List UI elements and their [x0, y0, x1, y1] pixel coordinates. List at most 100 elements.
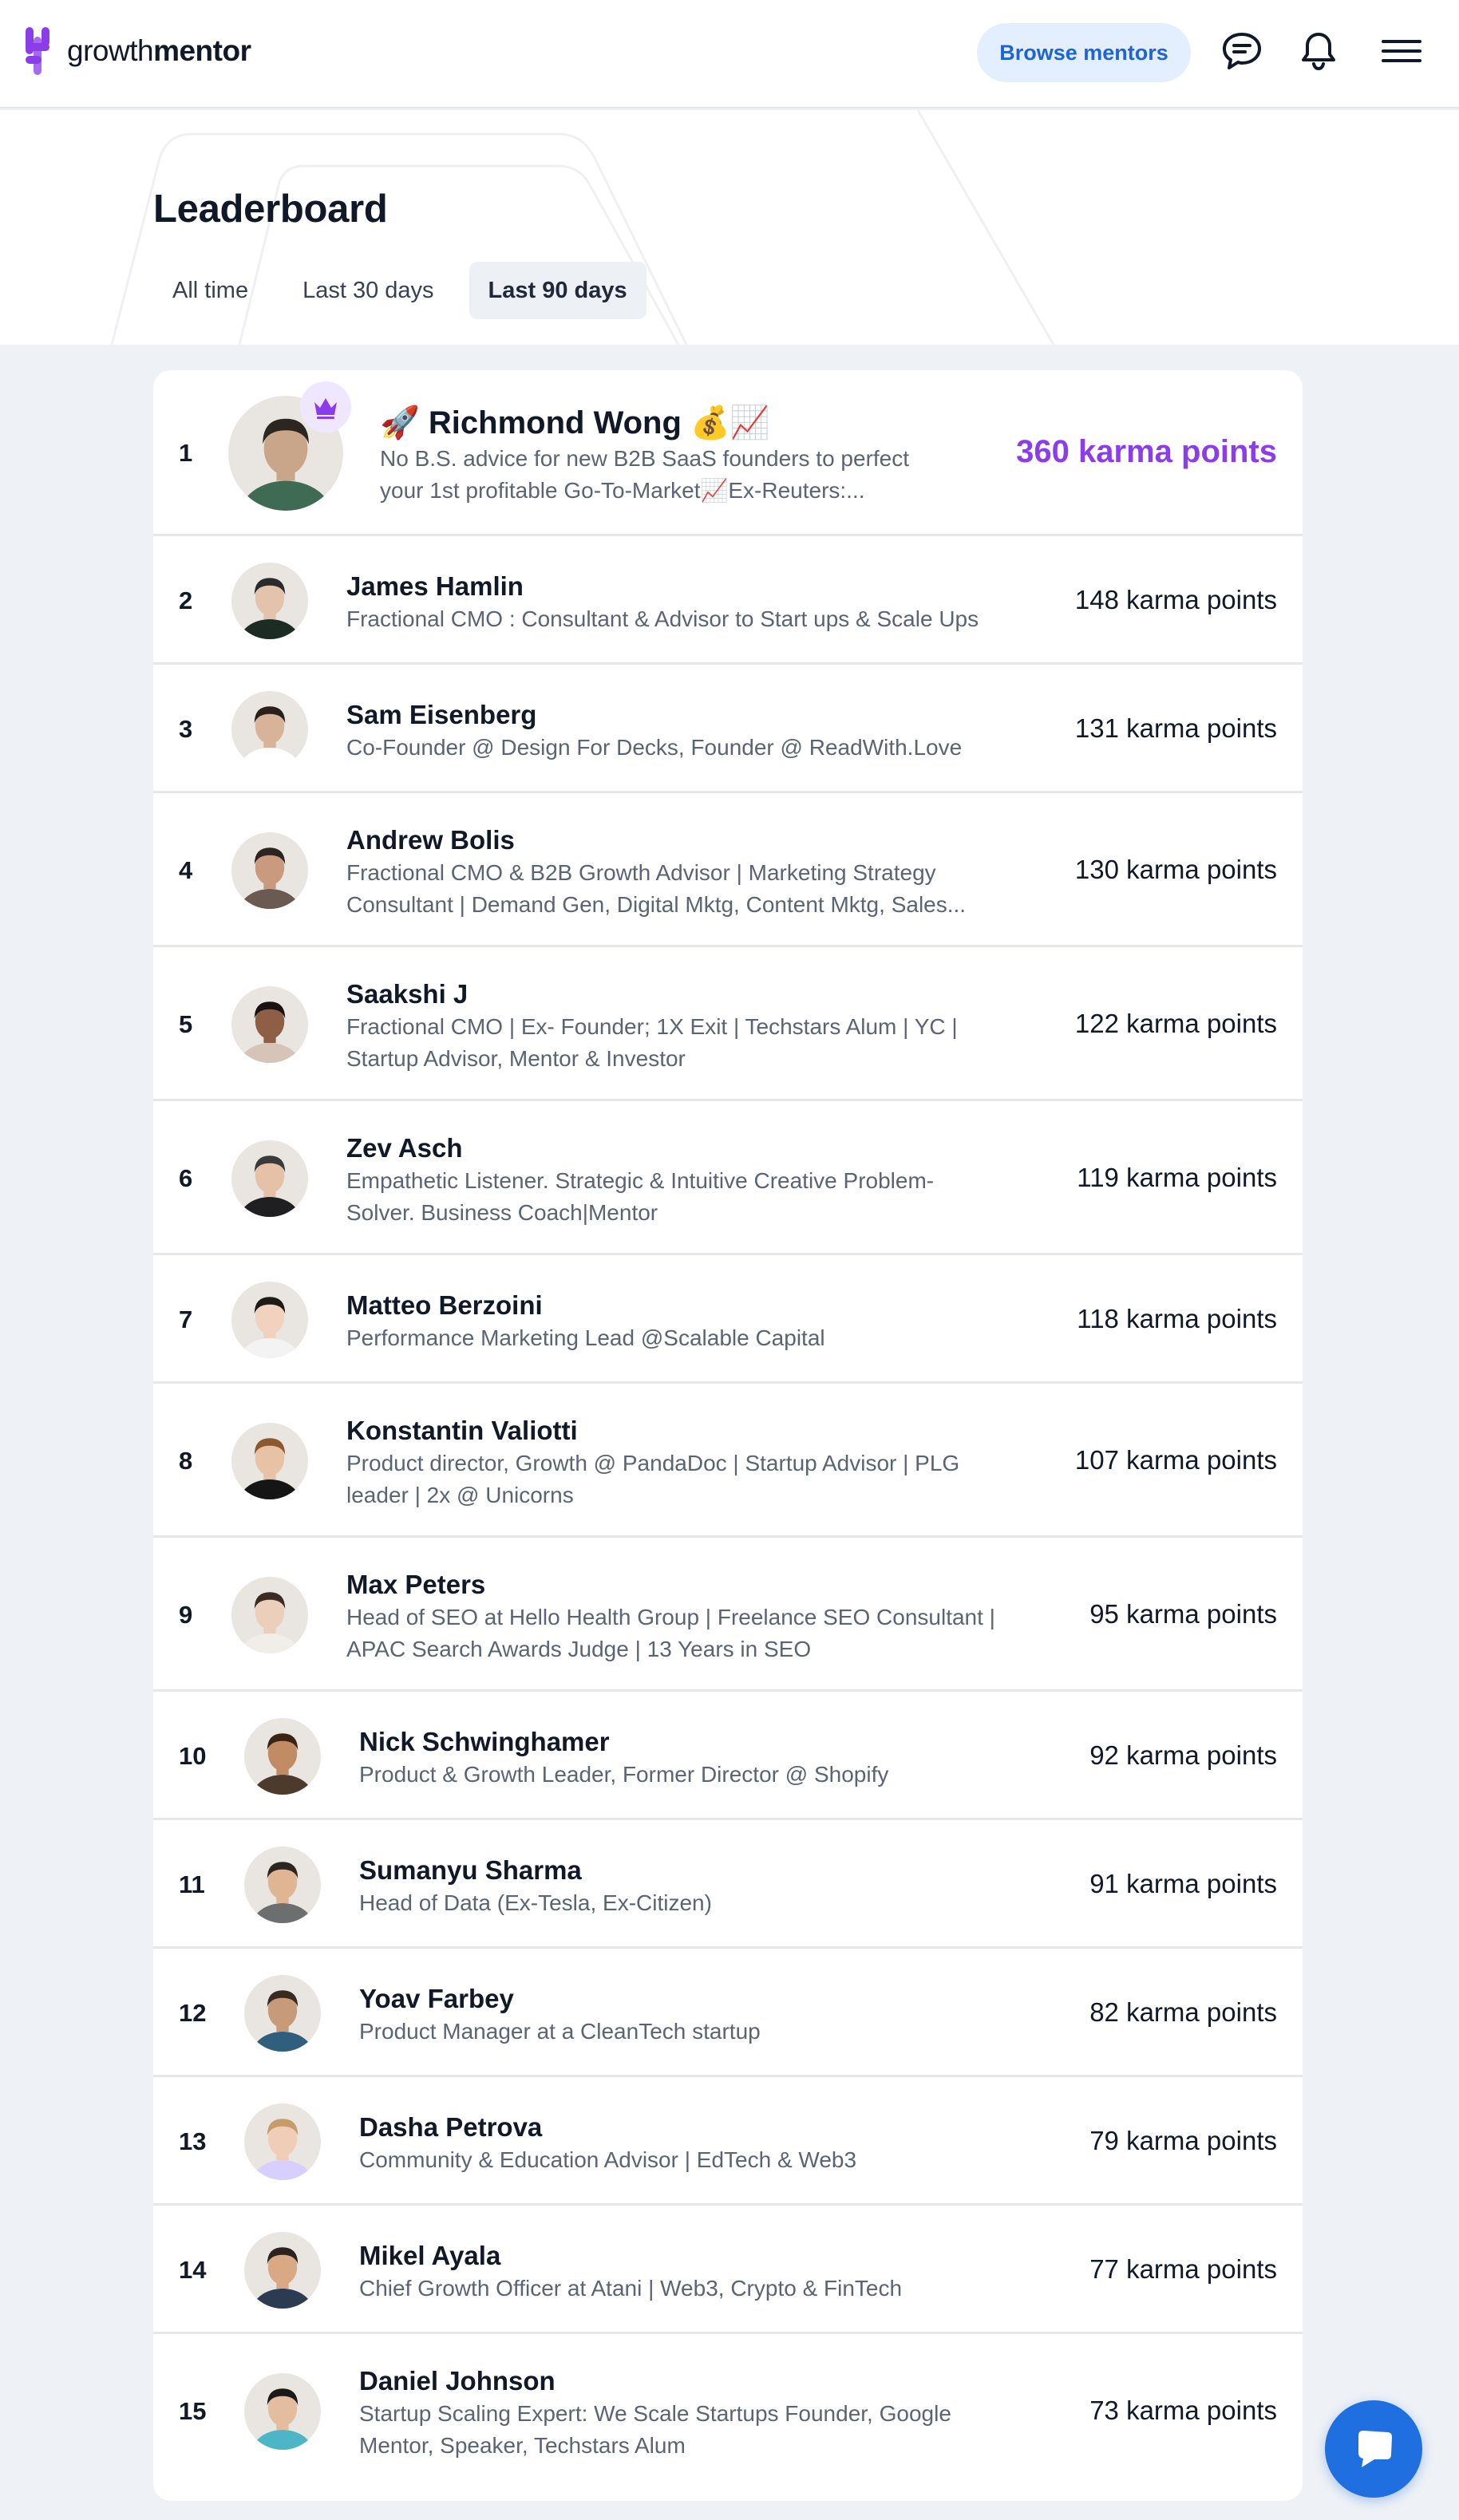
mentor-info: James Hamlin Fractional CMO : Consultant …: [346, 570, 979, 635]
mentor-bio-line: APAC Search Awards Judge | 13 Years in S…: [346, 1636, 812, 1661]
karma-points: 131 karma points: [1074, 713, 1277, 743]
mentor-bio-line: No B.S. advice for new B2B SaaS founders…: [380, 446, 910, 471]
leaderboard-row[interactable]: 6 Zev Asch Empathetic Listener. Strategic …: [153, 1101, 1303, 1255]
leaderboard-row[interactable]: 3 Sam Eisenberg Co-Founder @ Design For De…: [153, 665, 1303, 793]
karma-points: 95 karma points: [1089, 1598, 1277, 1629]
mentor-bio-line: Head of Data (Ex-Tesla, Ex-Citizen): [359, 1890, 712, 1915]
mentor-info: 🚀 Richmond Wong 💰📈 No B.S. advice for new…: [380, 403, 909, 507]
mentor-info: Saakshi J Fractional CMO | Ex- Founder; 1…: [346, 978, 958, 1075]
rank-number: 12: [179, 1998, 207, 2027]
logo-wordmark: growthmentor: [67, 34, 251, 67]
crown-icon: [300, 381, 351, 433]
avatar[interactable]: [231, 690, 308, 768]
avatar[interactable]: [231, 831, 308, 909]
mentor-bio-line: Empathetic Listener. Strategic & Intuiti…: [346, 1167, 935, 1193]
mentor-name[interactable]: Max Peters: [346, 1568, 995, 1602]
mentor-name[interactable]: Dasha Petrova: [359, 2111, 856, 2144]
logo-mark-icon: [26, 27, 49, 75]
avatar[interactable]: [244, 1974, 321, 2052]
avatar[interactable]: [231, 1422, 308, 1499]
notifications-icon[interactable]: [1295, 27, 1342, 75]
mentor-name[interactable]: Andrew Bolis: [346, 824, 966, 857]
menu-icon[interactable]: [1378, 27, 1425, 75]
rank-number: 9: [179, 1600, 193, 1629]
leaderboard-hero: Leaderboard All time Last 30 days Last 9…: [0, 110, 1459, 345]
mentor-bio-line: Co-Founder @ Design For Decks, Founder @…: [346, 734, 963, 760]
mentor-bio-line: Performance Marketing Lead @Scalable Cap…: [346, 1325, 825, 1350]
avatar[interactable]: [244, 2231, 321, 2309]
leaderboard-row[interactable]: 1 🚀 Richmond Wong 💰📈 No B.S. advice for ne…: [153, 370, 1303, 536]
avatar[interactable]: [244, 2103, 321, 2180]
rank-number: 2: [179, 586, 193, 614]
growthmentor-logo[interactable]: growthmentor: [24, 27, 251, 75]
mentor-name[interactable]: Matteo Berzoini: [346, 1289, 825, 1322]
top-navigation: growthmentor Browse mentors: [0, 0, 1459, 109]
leaderboard-row[interactable]: 12 Yoav Farbey Product Manager at a CleanT…: [153, 1949, 1303, 2077]
avatar[interactable]: [231, 562, 308, 639]
mentor-name[interactable]: James Hamlin: [346, 570, 979, 603]
mentor-name[interactable]: Yoav Farbey: [359, 1982, 761, 2016]
leaderboard-row[interactable]: 7 Matteo Berzoini Performance Marketing Le…: [153, 1255, 1303, 1384]
rank-number: 5: [179, 1009, 193, 1038]
avatar[interactable]: [244, 1846, 321, 1923]
tab-last-90-days[interactable]: Last 90 days: [469, 262, 646, 319]
mentor-bio-line: Product director, Growth @ PandaDoc | St…: [346, 1450, 960, 1475]
avatar[interactable]: [231, 985, 308, 1063]
mentor-name[interactable]: Zev Asch: [346, 1132, 934, 1165]
messages-icon[interactable]: [1218, 27, 1266, 75]
karma-points: 118 karma points: [1077, 1303, 1277, 1333]
karma-points: 79 karma points: [1089, 2125, 1277, 2155]
tab-last-30-days[interactable]: Last 30 days: [283, 262, 453, 319]
mentor-info: Sam Eisenberg Co-Founder @ Design For Dec…: [346, 698, 962, 764]
mentor-name[interactable]: Daniel Johnson: [359, 2364, 951, 2398]
rank-number: 3: [179, 714, 193, 743]
karma-points: 82 karma points: [1089, 1997, 1277, 2027]
mentor-info: Sumanyu Sharma Head of Data (Ex-Tesla, Ex…: [359, 1854, 712, 1919]
mentor-name[interactable]: Sumanyu Sharma: [359, 1854, 712, 1887]
leaderboard-list: 1 🚀 Richmond Wong 💰📈 No B.S. advice for ne…: [153, 370, 1303, 2501]
mentor-name[interactable]: Saakshi J: [346, 978, 958, 1011]
avatar[interactable]: [231, 1281, 308, 1358]
rank-number: 8: [179, 1446, 193, 1475]
leaderboard-row[interactable]: 10 Nick Schwinghamer Product & Growth Lead…: [153, 1692, 1303, 1820]
mentor-bio-line: leader | 2x @ Unicorns: [346, 1482, 574, 1507]
rank-number: 11: [179, 1870, 205, 1898]
leaderboard-row[interactable]: 9 Max Peters Head of SEO at Hello Health G…: [153, 1538, 1303, 1692]
avatar[interactable]: [231, 1140, 308, 1217]
karma-points: 77 karma points: [1089, 2253, 1277, 2284]
mentor-bio-line: Chief Growth Officer at Atani | Web3, Cr…: [359, 2275, 903, 2301]
leaderboard-row[interactable]: 5 Saakshi J Fractional CMO | Ex- Founder; …: [153, 947, 1303, 1101]
mentor-bio-line: Startup Scaling Expert: We Scale Startup…: [359, 2400, 951, 2426]
leaderboard-row[interactable]: 14 Mikel Ayala Chief Growth Officer at Ata…: [153, 2206, 1303, 2334]
mentor-name[interactable]: Konstantin Valiotti: [346, 1414, 959, 1448]
browse-mentors-button[interactable]: Browse mentors: [977, 23, 1191, 82]
leaderboard-row[interactable]: 15 Daniel Johnson Startup Scaling Expert: …: [153, 2334, 1303, 2488]
mentor-bio-line: Community & Education Advisor | EdTech &…: [359, 2147, 857, 2172]
mentor-bio-line: Startup Advisor, Mentor & Investor: [346, 1045, 686, 1071]
mentor-bio-line: Consultant | Demand Gen, Digital Mktg, C…: [346, 891, 967, 917]
karma-points: 122 karma points: [1074, 1008, 1277, 1038]
karma-points: 148 karma points: [1074, 584, 1277, 614]
mentor-info: Daniel Johnson Startup Scaling Expert: We…: [359, 2364, 951, 2462]
leaderboard-row[interactable]: 11 Sumanyu Sharma Head of Data (Ex-Tesla, …: [153, 1820, 1303, 1949]
avatar[interactable]: [244, 1717, 321, 1795]
mentor-info: Max Peters Head of SEO at Hello Health Gr…: [346, 1568, 995, 1665]
mentor-name[interactable]: Mikel Ayala: [359, 2239, 902, 2273]
time-range-tabs: All time Last 30 days Last 90 days: [153, 262, 646, 319]
tab-all-time[interactable]: All time: [153, 262, 267, 319]
leaderboard-row[interactable]: 8 Konstantin Valiotti Product director, Gr…: [153, 1384, 1303, 1538]
mentor-name[interactable]: 🚀 Richmond Wong 💰📈: [380, 403, 909, 443]
rank-number: 6: [179, 1163, 193, 1192]
mentor-bio-line: Product Manager at a CleanTech startup: [359, 2018, 761, 2044]
mentor-bio-line: your 1st profitable Go-To-Market📈Ex-Reut…: [380, 478, 865, 503]
avatar[interactable]: [231, 1576, 308, 1653]
leaderboard-row[interactable]: 2 James Hamlin Fractional CMO : Consultant…: [153, 536, 1303, 665]
mentor-name[interactable]: Sam Eisenberg: [346, 698, 962, 732]
karma-points: 73 karma points: [1089, 2395, 1277, 2425]
leaderboard-row[interactable]: 13 Dasha Petrova Community & Education Adv…: [153, 2077, 1303, 2206]
avatar[interactable]: [244, 2372, 321, 2450]
mentor-info: Matteo Berzoini Performance Marketing Lea…: [346, 1289, 825, 1354]
mentor-name[interactable]: Nick Schwinghamer: [359, 1725, 888, 1759]
chat-bubble-icon[interactable]: [1325, 2400, 1422, 2498]
leaderboard-row[interactable]: 4 Andrew Bolis Fractional CMO & B2B Growth…: [153, 793, 1303, 947]
